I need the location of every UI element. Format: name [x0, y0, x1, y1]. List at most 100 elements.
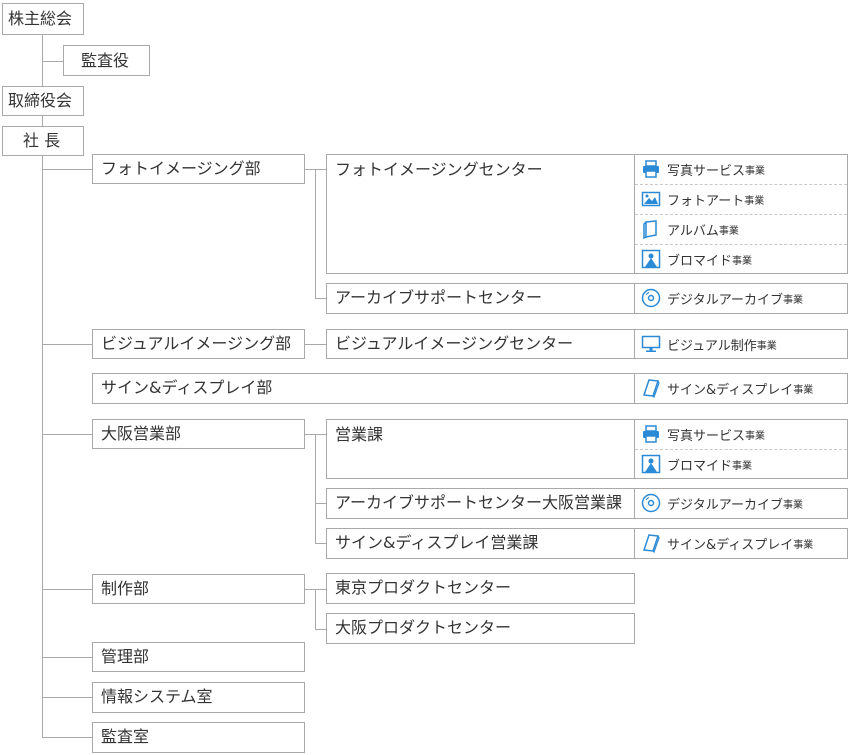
portrait-icon	[641, 249, 661, 269]
center-tokyo-product: 東京プロダクトセンター	[326, 573, 635, 604]
business-suffix: 事業	[745, 430, 766, 442]
printer-icon	[641, 159, 661, 179]
business-sign-display-osaka: サイン&ディスプレイ 事業	[635, 528, 813, 558]
business-suffix: 事業	[782, 294, 803, 306]
connector-line	[315, 543, 326, 544]
connector-line	[42, 434, 92, 435]
business-suffix: 事業	[793, 539, 814, 551]
dept-osaka-sales-label: 大阪営業部	[101, 424, 182, 443]
dept-sign-display: サイン&ディスプレイ部	[92, 373, 635, 404]
center-visual-imaging-label: ビジュアルイメージングセンター	[335, 334, 574, 353]
connector-line	[315, 503, 326, 504]
business-bromide-label: ブロマイド	[667, 458, 733, 474]
connector-line	[42, 589, 92, 590]
shareholders-meeting-box: 株主総会	[2, 3, 84, 35]
business-photo-service: 写真サービス 事業	[635, 154, 765, 184]
business-photo-service-osaka: 写真サービス 事業	[635, 419, 765, 449]
center-tokyo-product-label: 東京プロダクトセンター	[335, 578, 512, 597]
connector-line	[42, 737, 92, 738]
center-osaka-product-label: 大阪プロダクトセンター	[335, 618, 512, 637]
dept-production: 制作部	[92, 574, 305, 604]
portrait-icon	[641, 454, 661, 474]
section-archive-osaka-label: アーカイブサポートセンター大阪営業課	[335, 493, 623, 512]
dept-administration-label: 管理部	[101, 647, 150, 666]
dept-administration: 管理部	[92, 642, 305, 672]
business-digital-archive-label: デジタルアーカイブ	[667, 497, 783, 513]
connector-line	[315, 169, 316, 298]
panel-icon	[641, 378, 661, 398]
business-digital-archive-label: デジタルアーカイブ	[667, 292, 783, 308]
dept-production-label: 制作部	[101, 579, 150, 598]
connector-line	[42, 34, 43, 86]
dept-audit-office-label: 監査室	[101, 727, 150, 746]
business-suffix: 事業	[718, 225, 739, 237]
board-box: 取締役会	[2, 86, 84, 116]
board-label: 取締役会	[8, 91, 73, 110]
business-suffix: 事業	[782, 499, 803, 511]
panel-icon	[641, 533, 661, 553]
printer-icon	[641, 424, 661, 444]
business-suffix: 事業	[745, 165, 766, 177]
president-label: 社 長	[23, 131, 61, 150]
center-photo-imaging-label: フォトイメージングセンター	[335, 160, 543, 179]
dept-osaka-sales: 大阪営業部	[92, 419, 305, 449]
business-digital-archive-osaka: デジタルアーカイブ 事業	[635, 488, 803, 518]
connector-line	[315, 589, 316, 629]
connector-line	[42, 697, 92, 698]
connector-line	[315, 298, 326, 299]
business-photo-service-label: 写真サービス	[667, 163, 746, 179]
business-bromide: ブロマイド 事業	[635, 244, 752, 274]
center-osaka-product: 大阪プロダクトセンター	[326, 613, 635, 644]
business-sign-display-label: サイン&ディスプレイ	[667, 382, 794, 398]
dept-information-systems-label: 情報システム室	[101, 687, 213, 706]
center-visual-imaging: ビジュアルイメージングセンター	[326, 329, 635, 359]
org-chart: 株主総会 監査役 取締役会 社 長 フォトイメージング部 ビジュアルイメージング…	[0, 0, 850, 755]
center-archive-support: アーカイブサポートセンター	[326, 283, 635, 314]
business-suffix: 事業	[732, 460, 753, 472]
business-visual-production: ビジュアル制作 事業	[635, 329, 777, 359]
business-photo-art: フォトアート 事業	[635, 184, 764, 214]
business-suffix: 事業	[756, 340, 777, 352]
business-photo-service-label: 写真サービス	[667, 428, 746, 444]
shareholders-meeting-label: 株主総会	[8, 9, 73, 28]
business-digital-archive: デジタルアーカイブ 事業	[635, 283, 803, 313]
dept-visual-imaging-label: ビジュアルイメージング部	[101, 334, 292, 353]
auditor-box: 監査役	[63, 45, 150, 76]
business-bromide-osaka: ブロマイド 事業	[635, 449, 752, 479]
dept-audit-office: 監査室	[92, 722, 305, 753]
dept-visual-imaging: ビジュアルイメージング部	[92, 329, 305, 359]
auditor-label: 監査役	[81, 51, 130, 70]
business-album: アルバム 事業	[635, 214, 739, 244]
section-sign-sales: サイン&ディスプレイ営業課	[326, 528, 635, 559]
dept-sign-display-label: サイン&ディスプレイ部	[101, 378, 273, 397]
business-photo-art-label: フォトアート	[667, 193, 745, 209]
business-sign-display: サイン&ディスプレイ 事業	[635, 373, 813, 403]
connector-line	[315, 434, 316, 543]
disc-icon	[641, 288, 661, 308]
business-sign-display-label: サイン&ディスプレイ	[667, 537, 794, 553]
picture-icon	[641, 189, 661, 209]
business-album-label: アルバム	[667, 223, 719, 239]
center-archive-support-label: アーカイブサポートセンター	[335, 288, 543, 307]
dept-photo-imaging-label: フォトイメージング部	[101, 159, 261, 178]
president-box: 社 長	[2, 126, 84, 156]
business-bromide-label: ブロマイド	[667, 253, 733, 269]
connector-line	[42, 156, 43, 737]
connector-line	[42, 169, 92, 170]
business-suffix: 事業	[732, 255, 753, 267]
business-suffix: 事業	[793, 384, 814, 396]
connector-line	[304, 344, 326, 345]
dept-information-systems: 情報システム室	[92, 682, 305, 713]
business-visual-production-label: ビジュアル制作	[667, 338, 757, 354]
connector-line	[42, 61, 63, 62]
business-suffix: 事業	[744, 195, 765, 207]
center-photo-imaging: フォトイメージングセンター	[326, 154, 635, 274]
section-sales: 営業課	[326, 419, 635, 479]
connector-line	[315, 629, 326, 630]
disc-icon	[641, 493, 661, 513]
book-icon	[641, 219, 661, 239]
connector-line	[42, 657, 92, 658]
connector-line	[42, 344, 92, 345]
section-sign-sales-label: サイン&ディスプレイ営業課	[335, 533, 539, 552]
monitor-icon	[641, 334, 661, 354]
